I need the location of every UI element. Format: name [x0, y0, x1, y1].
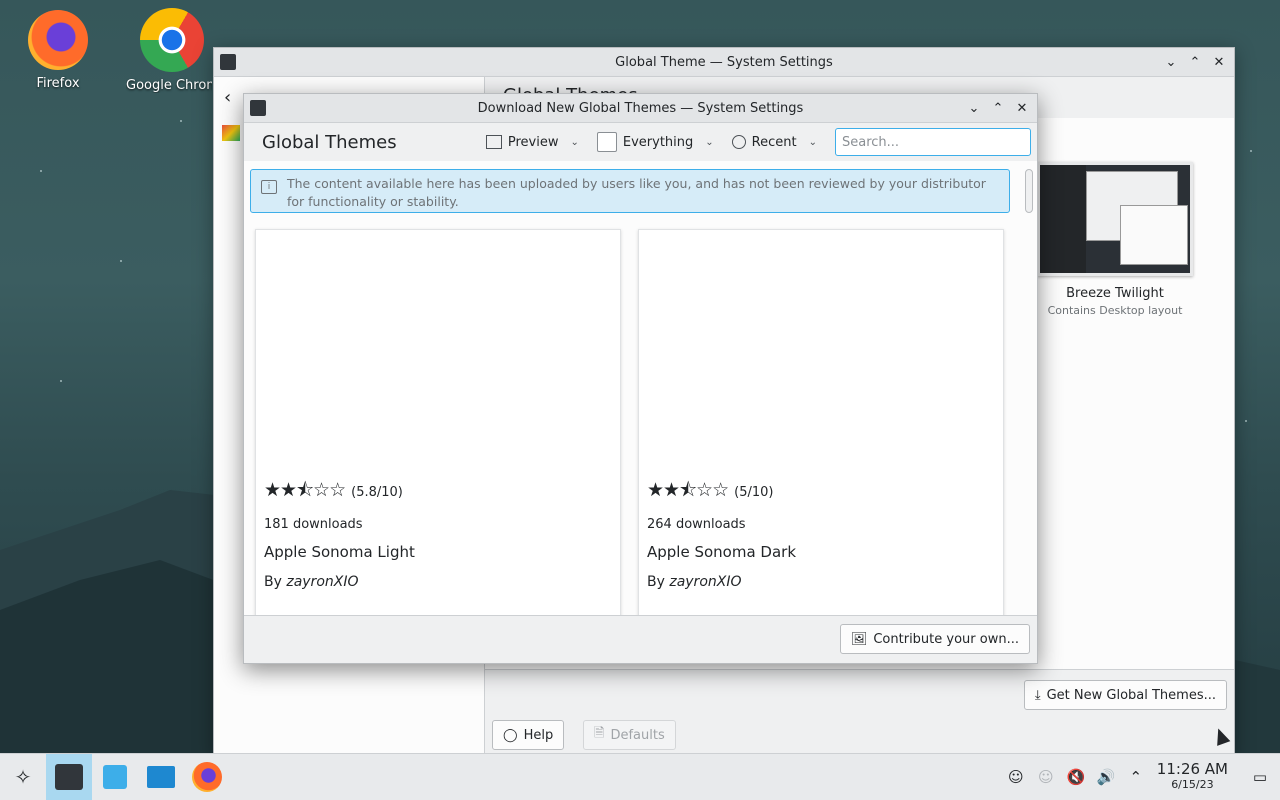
chevron-down-icon: ⌄ — [570, 136, 579, 148]
system-tray: ☺ ☺ 🔇 🔊 ⌃ 11:26 AM 6/15/23 ▭ — [1001, 754, 1280, 800]
download-count: 181 downloads — [264, 517, 363, 532]
author-name[interactable]: zayronXIO — [669, 574, 741, 590]
minimize-button[interactable]: ⌄ — [963, 97, 985, 119]
help-icon: ◯ — [503, 727, 518, 743]
dialog-footer: 🖼 Contribute your own... — [244, 615, 1037, 663]
desktop-icon-label: Firefox — [36, 76, 80, 91]
defaults-label: Defaults — [610, 727, 665, 743]
dialog-heading: Global Themes — [262, 131, 397, 153]
author-name[interactable]: zayronXIO — [286, 574, 358, 590]
contribute-label: Contribute your own... — [873, 631, 1019, 647]
rating-stars-icon: ★★⯪☆☆ — [264, 479, 346, 501]
minimize-button[interactable]: ⌄ — [1160, 51, 1182, 73]
filter-label: Everything — [622, 134, 694, 150]
selected-category-icon[interactable] — [222, 125, 240, 141]
get-new-themes-label: Get New Global Themes... — [1046, 687, 1216, 703]
contribute-button[interactable]: 🖼 Contribute your own... — [839, 624, 1030, 654]
scrollbar-thumb[interactable] — [1025, 169, 1033, 213]
desktop-icon-chrome[interactable]: Google Chrome — [124, 8, 212, 93]
user-switch-icon[interactable]: ☺ — [1031, 768, 1061, 786]
maximize-button[interactable]: ⌃ — [1184, 51, 1206, 73]
chevron-down-icon: ⌄ — [808, 136, 817, 148]
item-title: Apple Sonoma Light — [264, 543, 415, 561]
task-dolphin[interactable] — [138, 754, 184, 800]
dialog-content: i The content available here has been up… — [244, 161, 1037, 615]
preview-dropdown[interactable]: Preview ⌄ — [485, 134, 579, 150]
firefox-icon — [192, 762, 222, 792]
scrollbar[interactable] — [1025, 169, 1033, 213]
taskbar: ✧ ☺ ☺ 🔇 🔊 ⌃ 11:26 AM 6/15/23 ▭ — [0, 753, 1280, 800]
chrome-icon — [140, 8, 204, 72]
chevron-up-icon[interactable]: ⌃ — [1121, 768, 1151, 786]
maximize-button[interactable]: ⌃ — [987, 97, 1009, 119]
volume-muted-icon[interactable]: 🔇 — [1061, 768, 1091, 786]
sort-dropdown[interactable]: Recent ⌄ — [731, 134, 817, 150]
clock-time: 11:26 AM — [1156, 760, 1228, 778]
theme-item-card[interactable]: ★★⯪☆☆ (5.8/10) 181 downloads Apple Sonom… — [255, 229, 621, 615]
info-banner: i The content available here has been up… — [250, 169, 1010, 213]
search-input[interactable] — [835, 128, 1031, 156]
info-banner-text: The content available here has been uplo… — [287, 176, 986, 209]
store-bag-icon — [103, 765, 127, 789]
author-prefix: By — [264, 574, 282, 590]
task-system-settings[interactable] — [46, 754, 92, 800]
download-icon: ⤓ — [1034, 687, 1041, 703]
get-new-themes-button[interactable]: ⤓ Get New Global Themes... — [1023, 680, 1227, 710]
rating: ★★⯪☆☆ (5/10) — [647, 476, 995, 508]
document-icon: 🗎 — [594, 726, 605, 741]
defaults-button[interactable]: 🗎 Defaults — [583, 720, 676, 750]
theme-thumbnail — [1037, 162, 1193, 276]
checkbox-icon — [596, 132, 617, 152]
desktop-icon-firefox[interactable]: Firefox — [8, 10, 108, 91]
main-titlebar[interactable]: Global Theme — System Settings ⌄ ⌃ ✕ — [214, 48, 1234, 77]
preview-label: Preview — [507, 134, 559, 150]
desktop-icon-label: Google Chrome — [126, 78, 212, 93]
help-button[interactable]: ◯ Help — [492, 720, 565, 750]
dialog-toolbar: Global Themes Preview ⌄ Everything ⌄ Rec… — [244, 123, 1037, 162]
theme-subtitle: Contains Desktop layout — [1047, 304, 1183, 317]
help-label: Help — [523, 727, 554, 743]
image-add-icon: 🖼 — [850, 631, 868, 647]
rating: ★★⯪☆☆ (5.8/10) — [264, 476, 612, 508]
info-icon: i — [261, 180, 277, 194]
folder-icon — [147, 766, 175, 788]
download-count: 264 downloads — [647, 517, 746, 532]
task-discover[interactable] — [92, 754, 138, 800]
chevron-down-icon: ⌄ — [705, 136, 714, 148]
firefox-icon — [28, 10, 88, 70]
settings-app-icon — [55, 764, 83, 790]
theme-card-breeze-twilight[interactable]: Breeze Twilight Contains Desktop layout — [1035, 162, 1195, 317]
author-prefix: By — [647, 574, 665, 590]
clock-icon — [731, 135, 746, 149]
app-launcher-icon[interactable]: ✧ — [0, 754, 46, 800]
close-button[interactable]: ✕ — [1208, 51, 1230, 73]
rating-score: (5/10) — [734, 484, 774, 500]
close-button[interactable]: ✕ — [1011, 97, 1033, 119]
item-title: Apple Sonoma Dark — [647, 543, 797, 561]
clock-date: 6/15/23 — [1171, 778, 1214, 791]
dialog-titlebar[interactable]: Download New Global Themes — System Sett… — [244, 94, 1037, 123]
item-author: By zayronXIO — [647, 574, 995, 590]
rating-stars-icon: ★★⯪☆☆ — [647, 479, 729, 501]
image-icon — [485, 135, 502, 149]
window-title: Global Theme — System Settings — [615, 54, 833, 70]
task-firefox[interactable] — [184, 754, 230, 800]
volume-icon[interactable]: 🔊 — [1091, 768, 1121, 786]
item-author: By zayronXIO — [264, 574, 612, 590]
download-themes-dialog: Download New Global Themes — System Sett… — [243, 93, 1038, 664]
theme-item-card[interactable]: ★★⯪☆☆ (5/10) 264 downloads Apple Sonoma … — [638, 229, 1004, 615]
theme-name: Breeze Twilight — [1066, 286, 1164, 301]
clock[interactable]: 11:26 AM 6/15/23 — [1157, 762, 1228, 792]
dialog-title: Download New Global Themes — System Sett… — [477, 100, 804, 116]
sort-label: Recent — [751, 134, 797, 150]
rating-score: (5.8/10) — [351, 484, 403, 500]
back-arrow-icon[interactable]: ‹ — [224, 87, 231, 108]
user-icon[interactable]: ☺ — [1001, 768, 1031, 786]
filter-dropdown[interactable]: Everything ⌄ — [596, 132, 714, 152]
show-desktop-icon[interactable]: ▭ — [1240, 768, 1280, 786]
